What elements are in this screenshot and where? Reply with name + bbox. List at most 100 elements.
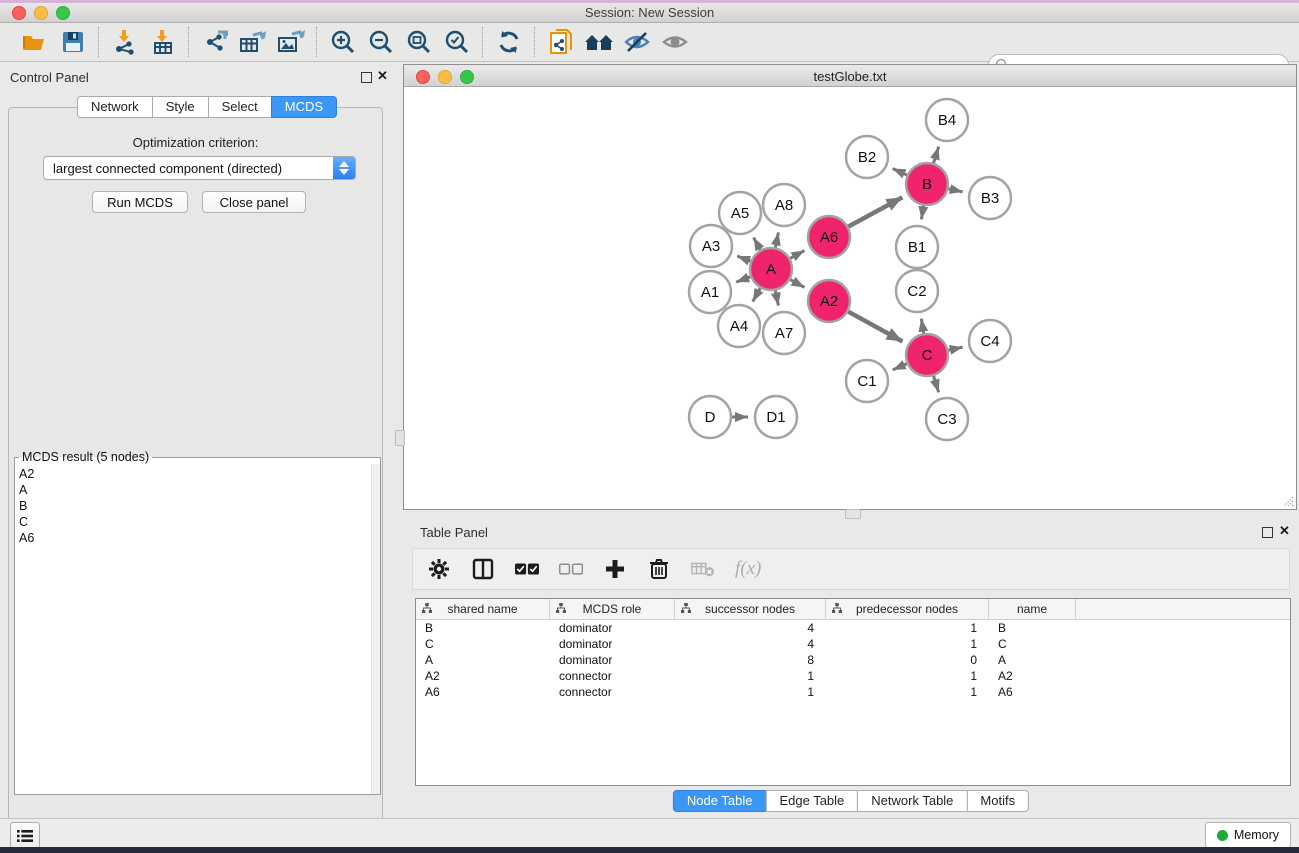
- vertical-splitter-handle[interactable]: [395, 430, 405, 446]
- open-session-icon[interactable]: [20, 27, 50, 57]
- graph-node-D[interactable]: D: [689, 396, 731, 438]
- table-cell[interactable]: 4: [675, 620, 826, 636]
- table-cell[interactable]: A6: [416, 684, 550, 700]
- graph-node-A[interactable]: A: [750, 248, 792, 290]
- graph-node-A4[interactable]: A4: [718, 305, 760, 347]
- result-list-item[interactable]: A: [15, 482, 372, 498]
- tab-network[interactable]: Network: [77, 96, 153, 118]
- graph-edge-A6-B[interactable]: [846, 197, 903, 228]
- show-all-eye-icon[interactable]: [660, 27, 690, 57]
- graph-node-B2[interactable]: B2: [846, 136, 888, 178]
- optimization-criterion-dropdown[interactable]: largest connected component (directed): [43, 156, 356, 180]
- graph-node-A5[interactable]: A5: [719, 192, 761, 234]
- column-header-predecessor-nodes[interactable]: predecessor nodes: [826, 599, 989, 619]
- table-cell[interactable]: 1: [826, 636, 989, 652]
- table-cell[interactable]: connector: [550, 668, 675, 684]
- table-cell[interactable]: 1: [826, 668, 989, 684]
- add-column-icon[interactable]: [603, 557, 627, 581]
- result-list-item[interactable]: A6: [15, 530, 372, 546]
- column-header-shared-name[interactable]: shared name: [416, 599, 550, 619]
- table-cell[interactable]: B: [989, 620, 1076, 636]
- column-header-successor-nodes[interactable]: successor nodes: [675, 599, 826, 619]
- table-row[interactable]: Cdominator41C: [416, 636, 1290, 652]
- graph-edge-A2-C[interactable]: [846, 310, 903, 341]
- deselect-all-checkboxes-icon[interactable]: [559, 557, 583, 581]
- zoom-fit-icon[interactable]: [404, 27, 434, 57]
- result-list-item[interactable]: B: [15, 498, 372, 514]
- new-network-from-selection-icon[interactable]: [546, 27, 576, 57]
- result-list-item[interactable]: C: [15, 514, 372, 530]
- table-header-row[interactable]: shared nameMCDS rolesuccessor nodesprede…: [416, 599, 1290, 620]
- graph-node-A8[interactable]: A8: [763, 184, 805, 226]
- task-history-button[interactable]: [10, 822, 40, 849]
- save-session-icon[interactable]: [58, 27, 88, 57]
- mcds-result-list[interactable]: A2ABCA6: [15, 464, 372, 794]
- table-cell[interactable]: A6: [989, 684, 1076, 700]
- result-list-item[interactable]: A2: [15, 466, 372, 482]
- run-mcds-button[interactable]: Run MCDS: [92, 191, 188, 213]
- graph-node-C2[interactable]: C2: [896, 270, 938, 312]
- graph-node-C[interactable]: C: [906, 334, 948, 376]
- import-table-icon[interactable]: [148, 27, 178, 57]
- table-cell[interactable]: A2: [416, 668, 550, 684]
- delete-column-trash-icon[interactable]: [647, 557, 671, 581]
- close-panel-button[interactable]: Close panel: [202, 191, 306, 213]
- zoom-selected-icon[interactable]: [442, 27, 472, 57]
- table-panel-close-icon[interactable]: ✕: [1279, 525, 1290, 537]
- close-panel-icon[interactable]: ✕: [377, 70, 388, 82]
- table-cell[interactable]: B: [416, 620, 550, 636]
- export-table-icon[interactable]: [238, 27, 268, 57]
- table-cell[interactable]: dominator: [550, 652, 675, 668]
- result-list-scrollbar[interactable]: [371, 464, 380, 794]
- table-row[interactable]: Bdominator41B: [416, 620, 1290, 636]
- network-canvas[interactable]: B4B2BB3A8A5A6A3B1AC2A1A2A4A7C4CC1C3DD1: [404, 87, 1296, 509]
- zoom-out-icon[interactable]: [366, 27, 396, 57]
- table-cell[interactable]: 1: [675, 668, 826, 684]
- table-cell[interactable]: 4: [675, 636, 826, 652]
- select-all-checkboxes-icon[interactable]: [515, 557, 539, 581]
- graph-node-A7[interactable]: A7: [763, 312, 805, 354]
- home-icon[interactable]: [584, 27, 614, 57]
- table-cell[interactable]: dominator: [550, 620, 675, 636]
- table-cell[interactable]: 1: [826, 684, 989, 700]
- split-panel-icon[interactable]: [471, 557, 495, 581]
- graph-node-B1[interactable]: B1: [896, 226, 938, 268]
- graph-node-C3[interactable]: C3: [926, 398, 968, 440]
- tab-edge-table[interactable]: Edge Table: [765, 790, 858, 812]
- graph-node-B3[interactable]: B3: [969, 177, 1011, 219]
- tab-mcds[interactable]: MCDS: [271, 96, 337, 118]
- graph-node-A3[interactable]: A3: [690, 225, 732, 267]
- column-header-mcds-role[interactable]: MCDS role: [550, 599, 675, 619]
- export-network-icon[interactable]: [200, 27, 230, 57]
- import-network-icon[interactable]: [110, 27, 140, 57]
- network-window-titlebar[interactable]: testGlobe.txt: [404, 65, 1296, 87]
- memory-button[interactable]: Memory: [1205, 822, 1291, 848]
- table-panel-float-icon[interactable]: [1262, 527, 1273, 538]
- table-cell[interactable]: dominator: [550, 636, 675, 652]
- graph-node-B4[interactable]: B4: [926, 99, 968, 141]
- table-cell[interactable]: A2: [989, 668, 1076, 684]
- table-cell[interactable]: 1: [675, 684, 826, 700]
- graph-node-A2[interactable]: A2: [808, 280, 850, 322]
- graph-node-A1[interactable]: A1: [689, 271, 731, 313]
- table-cell[interactable]: 8: [675, 652, 826, 668]
- table-cell[interactable]: A: [416, 652, 550, 668]
- table-row[interactable]: Adominator80A: [416, 652, 1290, 668]
- graph-node-A6[interactable]: A6: [808, 216, 850, 258]
- settings-gear-icon[interactable]: [427, 557, 451, 581]
- network-graph[interactable]: B4B2BB3A8A5A6A3B1AC2A1A2A4A7C4CC1C3DD1: [404, 87, 1296, 509]
- table-cell[interactable]: A: [989, 652, 1076, 668]
- table-row[interactable]: A2connector11A2: [416, 668, 1290, 684]
- tab-style[interactable]: Style: [152, 96, 209, 118]
- refresh-icon[interactable]: [494, 27, 524, 57]
- column-header-name[interactable]: name: [989, 599, 1076, 619]
- horizontal-splitter-handle[interactable]: [845, 509, 861, 519]
- resize-grip-icon[interactable]: [1282, 495, 1294, 507]
- graph-node-B[interactable]: B: [906, 163, 948, 205]
- tab-motifs[interactable]: Motifs: [966, 790, 1029, 812]
- tab-network-table[interactable]: Network Table: [857, 790, 967, 812]
- graph-node-C4[interactable]: C4: [969, 320, 1011, 362]
- float-panel-icon[interactable]: [361, 72, 372, 83]
- graph-node-C1[interactable]: C1: [846, 360, 888, 402]
- table-cell[interactable]: C: [989, 636, 1076, 652]
